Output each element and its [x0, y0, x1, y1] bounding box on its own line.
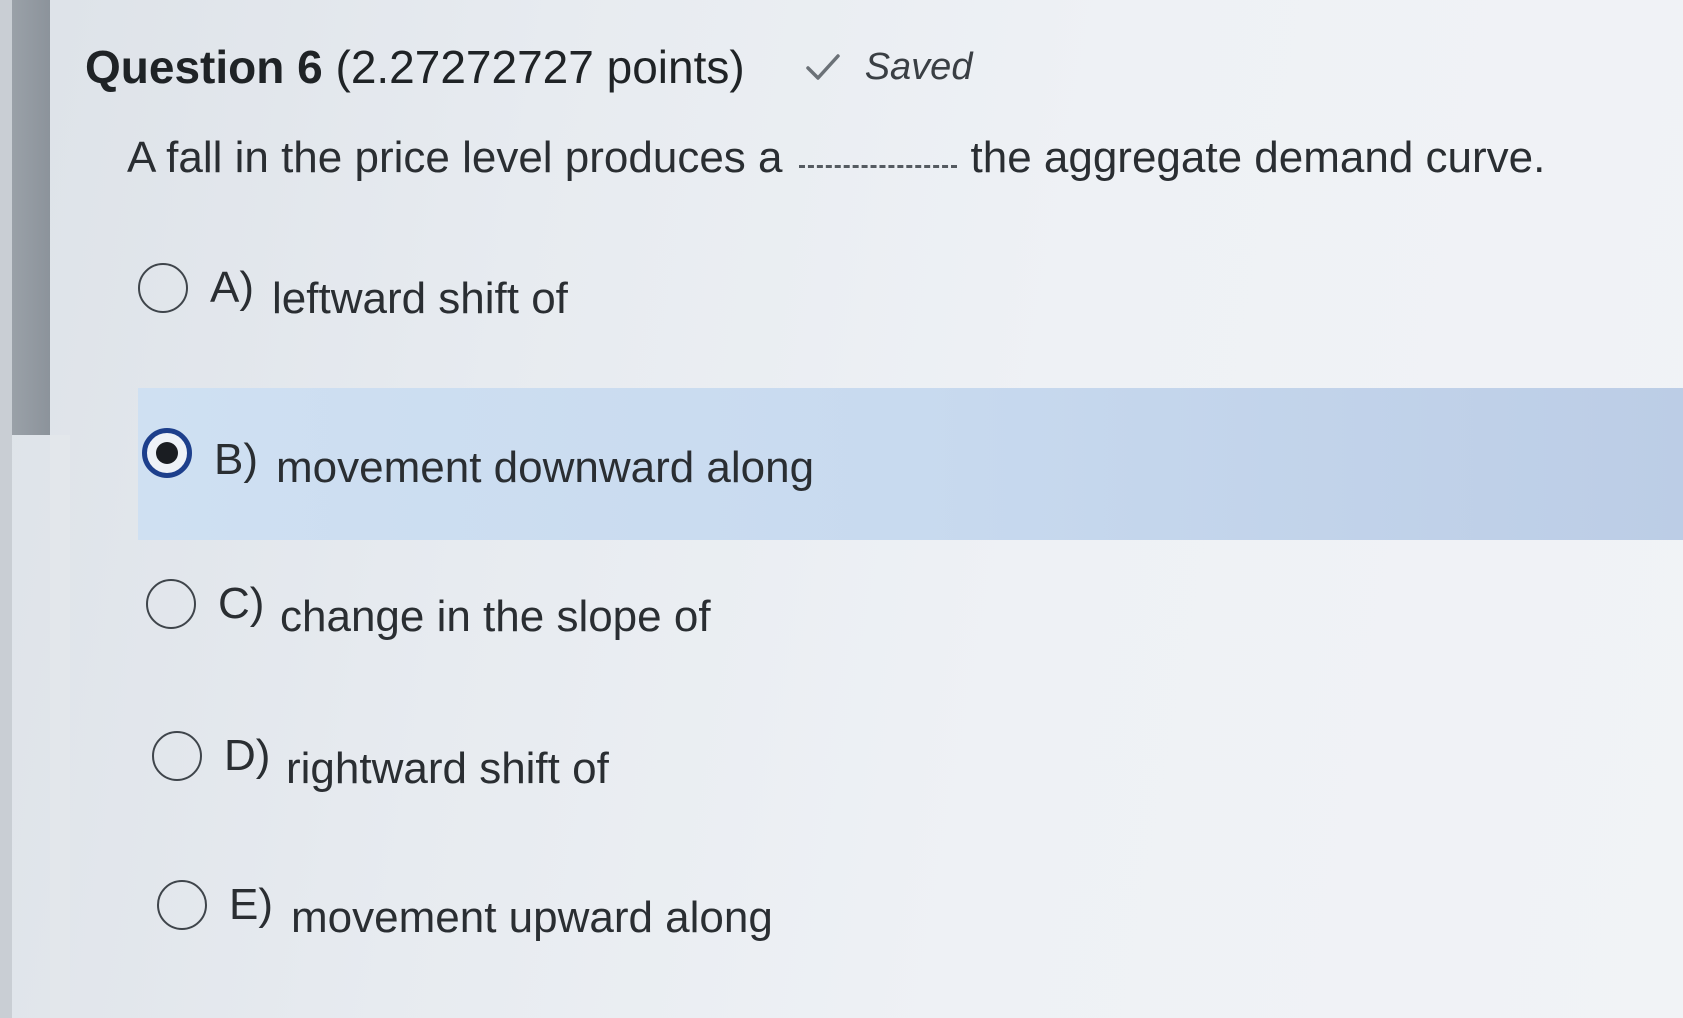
option-letter: E) — [229, 880, 273, 929]
saved-status: Saved — [803, 45, 973, 89]
left-rail — [50, 435, 70, 1018]
saved-label: Saved — [864, 45, 973, 88]
option-a[interactable]: A) leftward shift of — [138, 252, 568, 324]
radio-button-a[interactable] — [138, 263, 188, 313]
prompt-blank — [798, 165, 957, 168]
prompt-text-before: A fall in the price level produces a — [127, 133, 783, 182]
question-header: Question 6 (2.27272727 points) Saved — [85, 40, 972, 94]
option-label: change in the slope of — [280, 592, 711, 641]
option-label: movement downward along — [276, 443, 815, 492]
radio-button-d[interactable] — [152, 731, 202, 781]
question-number: Question 6 — [85, 41, 323, 93]
option-letter: B) — [214, 435, 258, 484]
left-edge-panel — [0, 0, 12, 1018]
option-c[interactable]: C) change in the slope of — [146, 566, 711, 642]
prompt-text-after: the aggregate demand curve. — [970, 133, 1546, 182]
radio-button-e[interactable] — [157, 880, 207, 930]
question-title: Question 6 (2.27272727 points) — [85, 40, 745, 94]
option-d[interactable]: D) rightward shift of — [152, 718, 609, 794]
question-points: (2.27272727 points) — [335, 41, 745, 93]
option-label: leftward shift of — [272, 274, 568, 323]
question-indicator-bar — [12, 0, 50, 435]
option-b[interactable]: B) movement downward along — [138, 388, 1683, 540]
option-letter: A) — [210, 263, 254, 312]
option-letter: C) — [218, 579, 265, 628]
radio-button-b-selected[interactable] — [142, 428, 192, 478]
option-e[interactable]: E) movement upward along — [157, 867, 773, 943]
option-letter: D) — [224, 731, 271, 780]
question-prompt: A fall in the price level produces a the… — [127, 133, 1545, 183]
radio-button-c[interactable] — [146, 579, 196, 629]
checkmark-icon — [805, 54, 840, 80]
option-label: movement upward along — [291, 893, 773, 942]
option-label: rightward shift of — [286, 744, 609, 793]
